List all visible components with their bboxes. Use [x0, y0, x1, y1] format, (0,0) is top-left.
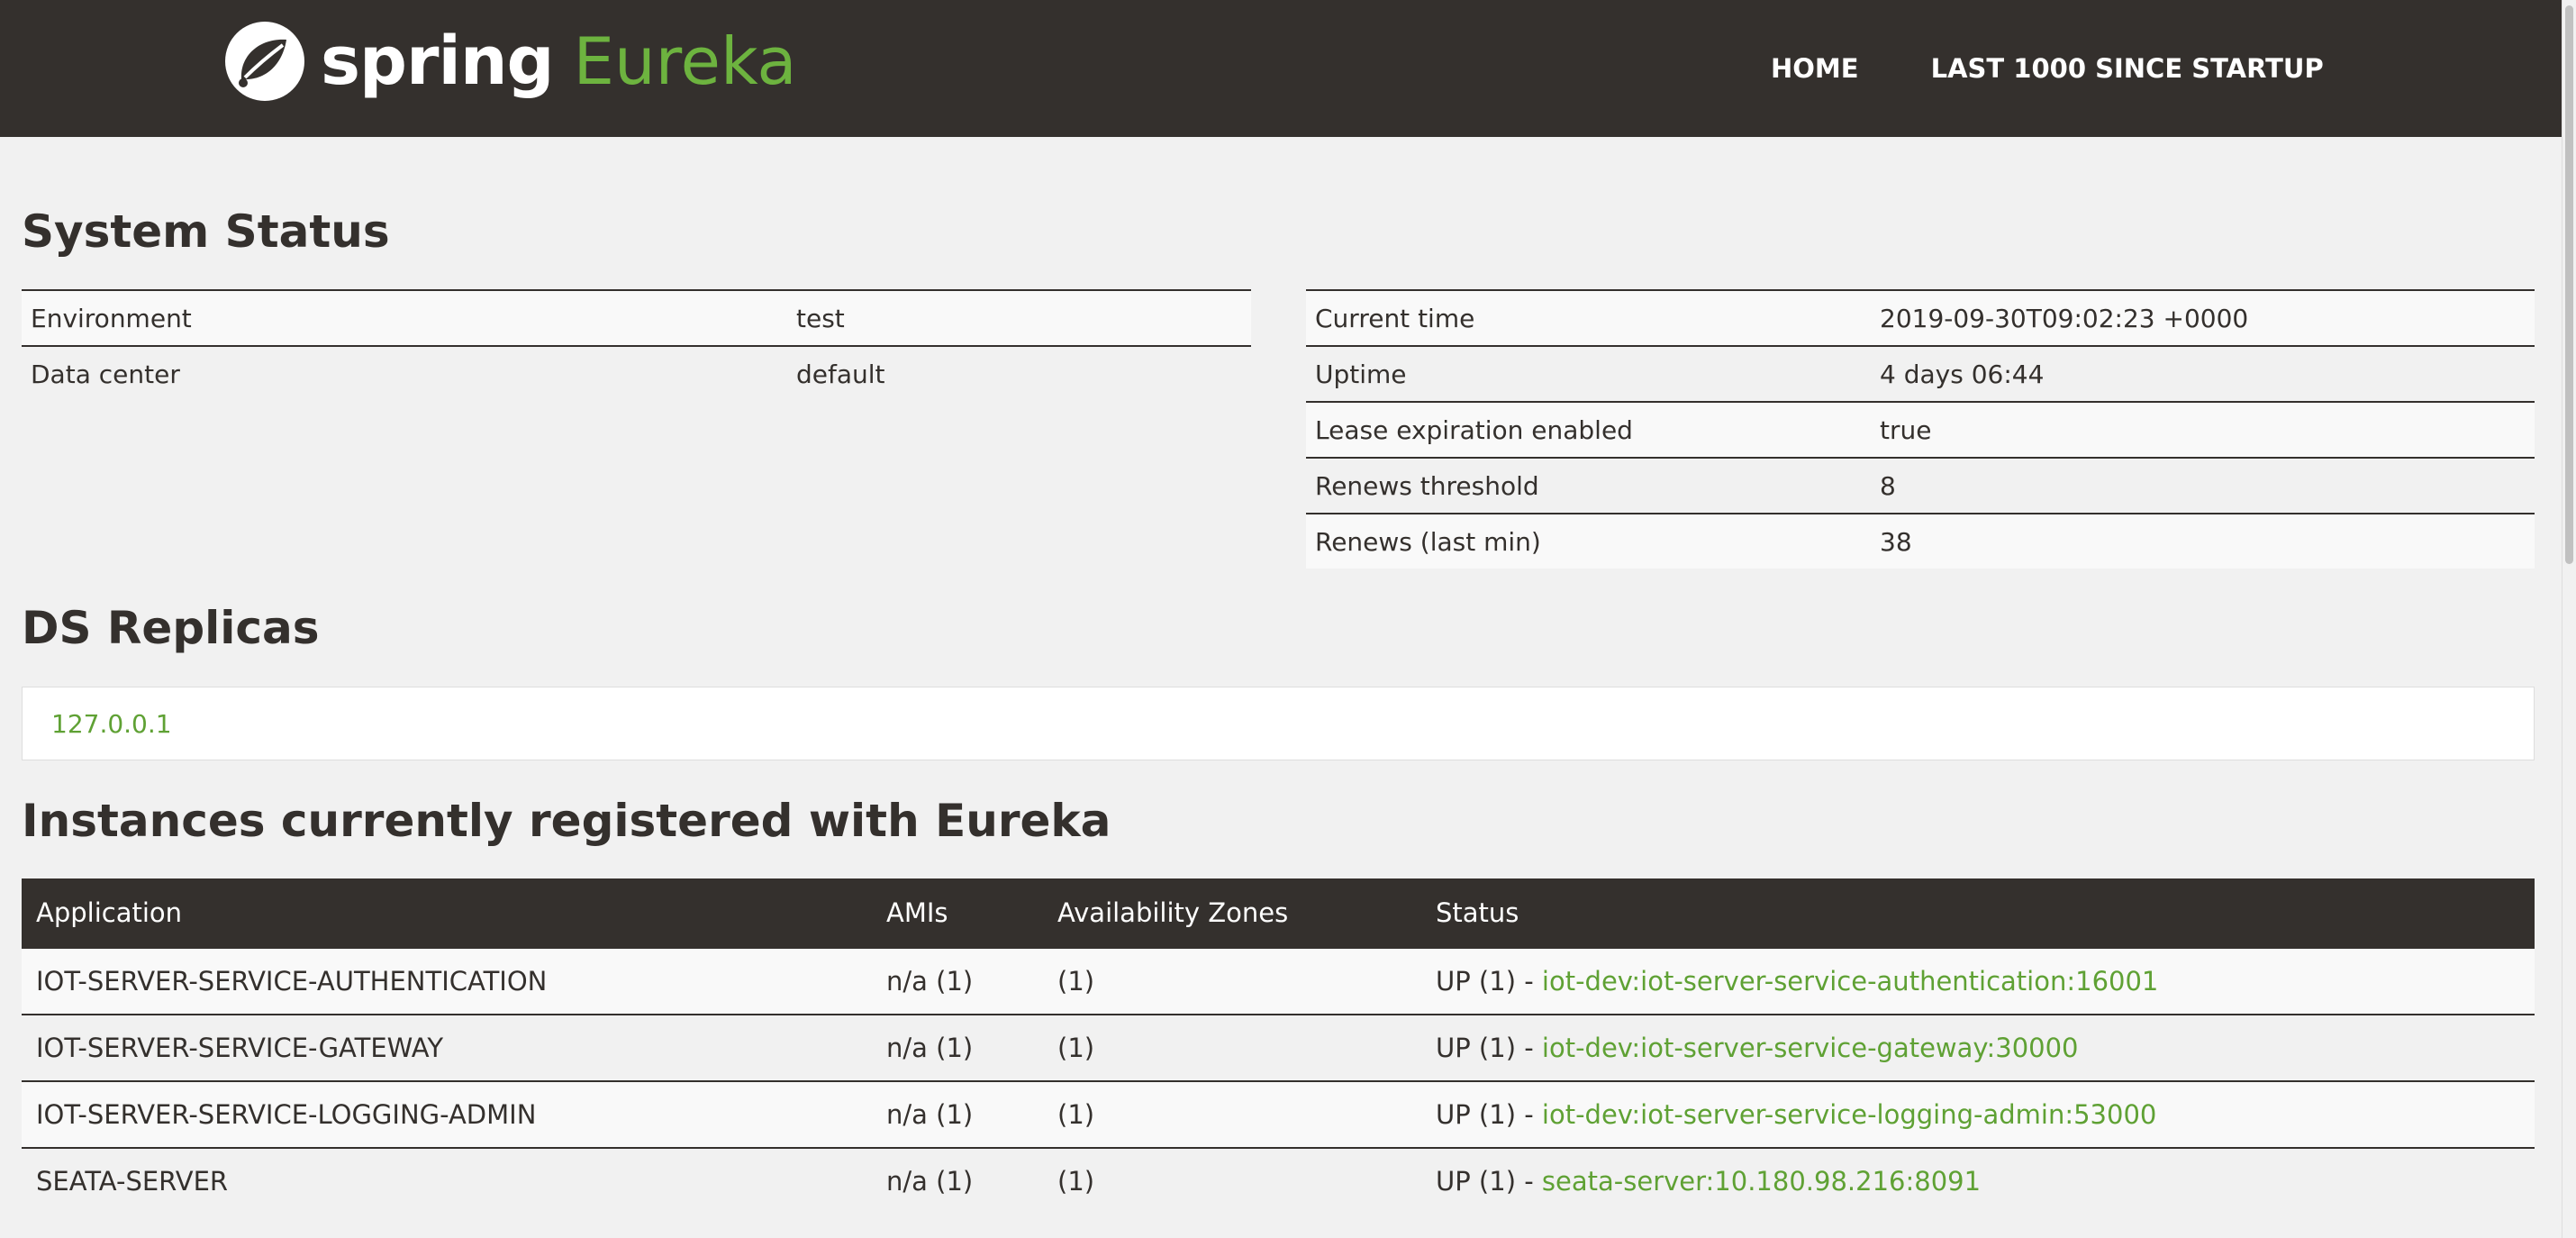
zones-cell: (1)	[1043, 1147, 1421, 1214]
instances-title: Instances currently registered with Eure…	[22, 795, 1111, 847]
application-cell: IOT-SERVER-SERVICE-LOGGING-ADMIN	[22, 1080, 872, 1148]
nav-last1000-link[interactable]: LAST 1000 SINCE STARTUP	[1931, 53, 2324, 84]
status-text: UP (1) -	[1436, 1166, 1542, 1197]
brand-eureka-text: Eureka	[573, 23, 797, 99]
kv-label: Renews threshold	[1306, 457, 1871, 514]
table-row: SEATA-SERVER n/a (1) (1) UP (1) - seata-…	[22, 1147, 2535, 1214]
kv-label: Environment	[22, 289, 787, 346]
brand-spring-text: spring	[321, 23, 555, 100]
amis-cell: n/a (1)	[872, 947, 1043, 1015]
instance-link[interactable]: iot-dev:iot-server-service-authenticatio…	[1542, 966, 2158, 997]
kv-value: default	[787, 345, 1251, 401]
column-header-zones: Availability Zones	[1043, 878, 1421, 948]
amis-cell: n/a (1)	[872, 1080, 1043, 1148]
kv-row: Current time 2019-09-30T09:02:23 +0000	[1306, 289, 2535, 346]
kv-row: Lease expiration enabled true	[1306, 401, 2535, 458]
column-header-application: Application	[22, 878, 872, 948]
instances-table: Application AMIs Availability Zones Stat…	[22, 878, 2535, 1214]
amis-cell: n/a (1)	[872, 1014, 1043, 1081]
application-cell: IOT-SERVER-SERVICE-GATEWAY	[22, 1014, 872, 1081]
kv-row: Renews (last min) 38	[1306, 513, 2535, 569]
system-status-left-table: Environment test Data center default	[22, 289, 1251, 401]
status-cell: UP (1) - iot-dev:iot-server-service-gate…	[1421, 1014, 2535, 1081]
table-row: IOT-SERVER-SERVICE-AUTHENTICATION n/a (1…	[22, 947, 2535, 1015]
ds-replicas-list: 127.0.0.1	[22, 687, 2535, 760]
instance-link[interactable]: iot-dev:iot-server-service-logging-admin…	[1542, 1099, 2156, 1130]
kv-value: 8	[1871, 457, 2535, 514]
system-status-right-table: Current time 2019-09-30T09:02:23 +0000 U…	[1306, 289, 2535, 569]
nav-home-link[interactable]: HOME	[1771, 53, 1859, 84]
instances-header-row: Application AMIs Availability Zones Stat…	[22, 878, 2535, 948]
application-cell: IOT-SERVER-SERVICE-AUTHENTICATION	[22, 947, 872, 1015]
replica-link[interactable]: 127.0.0.1	[51, 709, 172, 739]
kv-label: Data center	[22, 345, 787, 401]
application-cell: SEATA-SERVER	[22, 1147, 872, 1214]
table-row: IOT-SERVER-SERVICE-LOGGING-ADMIN n/a (1)…	[22, 1080, 2535, 1148]
column-header-status: Status	[1421, 878, 2535, 948]
kv-label: Uptime	[1306, 345, 1871, 402]
kv-row: Data center default	[22, 345, 1251, 401]
instance-link[interactable]: iot-dev:iot-server-service-gateway:30000	[1542, 1033, 2079, 1063]
zones-cell: (1)	[1043, 947, 1421, 1015]
spring-leaf-icon	[225, 22, 304, 101]
kv-label: Lease expiration enabled	[1306, 401, 1871, 458]
brand-logo[interactable]: spring Eureka	[223, 18, 797, 105]
zones-cell: (1)	[1043, 1080, 1421, 1148]
kv-label: Renews (last min)	[1306, 513, 1871, 569]
status-cell: UP (1) - iot-dev:iot-server-service-logg…	[1421, 1080, 2535, 1148]
ds-replicas-title: DS Replicas	[22, 602, 320, 654]
page-scrollbar[interactable]	[2562, 0, 2576, 1238]
kv-value: 4 days 06:44	[1871, 345, 2535, 402]
kv-row: Environment test	[22, 289, 1251, 346]
kv-label: Current time	[1306, 289, 1871, 346]
top-navbar: spring Eureka HOME LAST 1000 SINCE START…	[0, 0, 2562, 137]
status-cell: UP (1) - seata-server:10.180.98.216:8091	[1421, 1147, 2535, 1214]
kv-value: true	[1871, 401, 2535, 458]
status-cell: UP (1) - iot-dev:iot-server-service-auth…	[1421, 947, 2535, 1015]
zones-cell: (1)	[1043, 1014, 1421, 1081]
status-text: UP (1) -	[1436, 966, 1542, 997]
status-text: UP (1) -	[1436, 1033, 1542, 1063]
amis-cell: n/a (1)	[872, 1147, 1043, 1214]
kv-row: Uptime 4 days 06:44	[1306, 345, 2535, 402]
kv-value: test	[787, 289, 1251, 346]
kv-value: 2019-09-30T09:02:23 +0000	[1871, 289, 2535, 346]
nav-links: HOME LAST 1000 SINCE STARTUP	[1771, 0, 2396, 137]
column-header-amis: AMIs	[872, 878, 1043, 948]
scrollbar-thumb[interactable]	[2565, 5, 2573, 564]
table-row: IOT-SERVER-SERVICE-GATEWAY n/a (1) (1) U…	[22, 1014, 2535, 1081]
kv-row: Renews threshold 8	[1306, 457, 2535, 514]
kv-value: 38	[1871, 513, 2535, 569]
status-text: UP (1) -	[1436, 1099, 1542, 1130]
instance-link[interactable]: seata-server:10.180.98.216:8091	[1542, 1166, 1981, 1197]
system-status-title: System Status	[22, 205, 390, 258]
